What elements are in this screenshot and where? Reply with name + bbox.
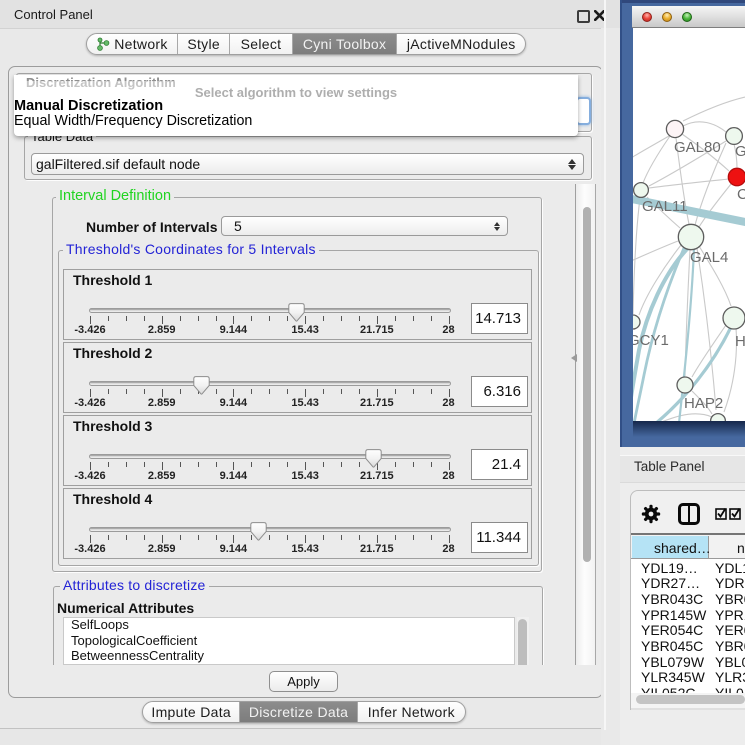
svg-text:GAL11: GAL11 (642, 198, 688, 215)
svg-text:GA: GA (735, 143, 745, 160)
svg-text:GCY1: GCY1 (633, 332, 669, 349)
svg-text:GAL4: GAL4 (690, 249, 728, 266)
svg-text:GAL80: GAL80 (674, 139, 721, 156)
svg-text:C: C (737, 186, 745, 203)
svg-text:HAP2: HAP2 (684, 395, 723, 412)
svg-text:H: H (735, 333, 745, 350)
